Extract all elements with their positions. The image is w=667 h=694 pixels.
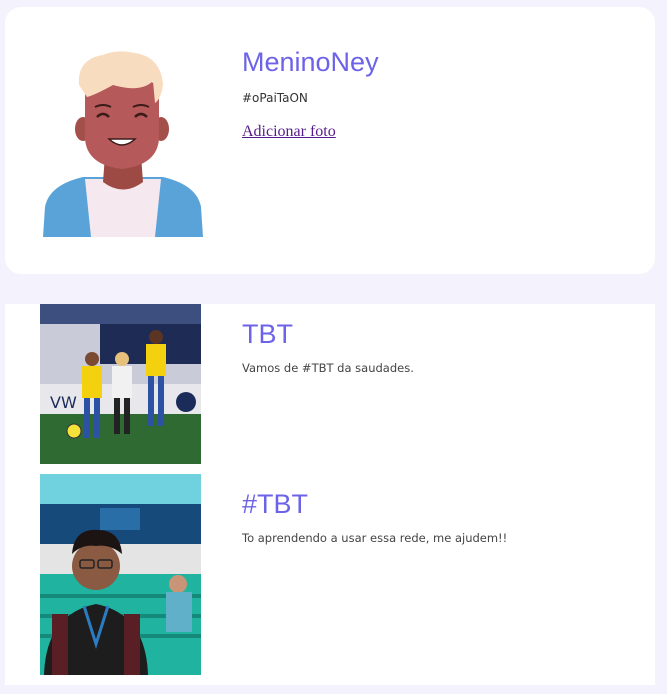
post-item: #TBT To aprendendo a usar essa rede, me … (5, 474, 655, 675)
post-title: TBT (242, 319, 293, 349)
post-photo[interactable] (40, 474, 201, 675)
profile-name: MeninoNey (242, 47, 379, 77)
add-photo-link[interactable]: Adicionar foto (242, 123, 336, 141)
post-photo[interactable]: VW (40, 304, 201, 464)
post-caption: Vamos de #TBT da saudades. (242, 361, 414, 375)
post-caption: To aprendendo a usar essa rede, me ajude… (242, 531, 508, 545)
post-item: VW TBT Vamos de #TBT da saudades. (5, 304, 655, 494)
profile-tag: #oPaiTaON (242, 91, 308, 105)
avatar (43, 47, 203, 237)
svg-text:VW: VW (50, 393, 77, 412)
profile-card: MeninoNey #oPaiTaON Adicionar foto (5, 7, 655, 274)
post-feed: VW TBT Vamos de #TBT da saudades. #TBT T… (5, 304, 655, 685)
post-title: #TBT (242, 489, 309, 519)
